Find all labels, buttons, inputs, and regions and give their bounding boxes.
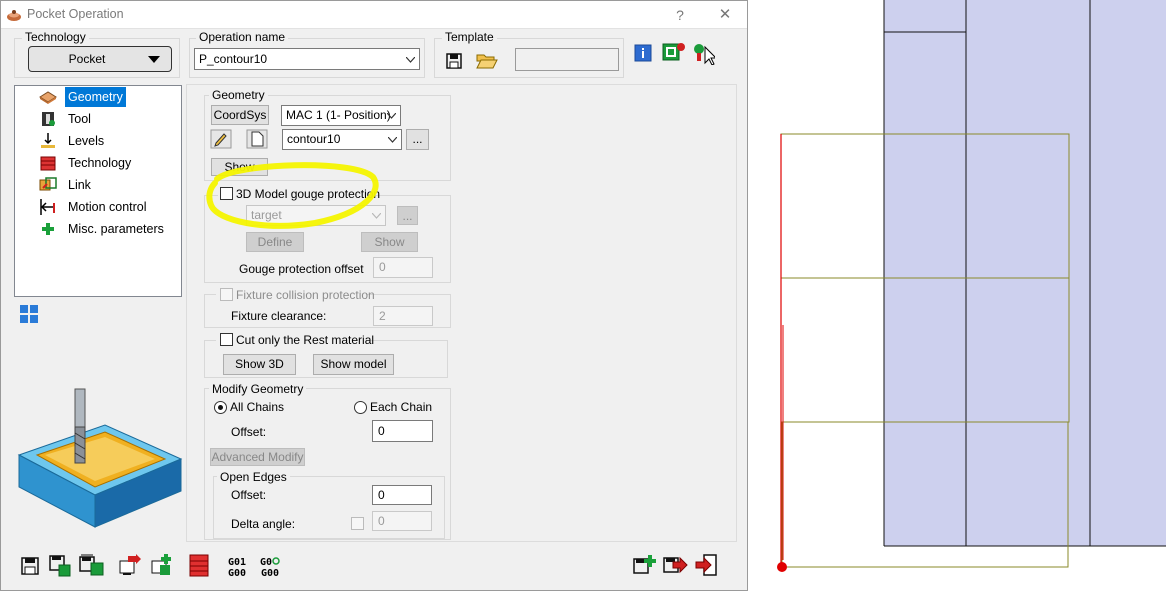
technology-icon — [40, 156, 56, 171]
green-gear-icon — [272, 557, 280, 565]
tool-database-icon[interactable] — [661, 41, 685, 65]
app-logo-icon — [7, 10, 21, 21]
gouge-show-button[interactable]: Show — [361, 232, 418, 252]
geometry-icon — [39, 91, 57, 104]
delta-angle-label: Delta angle: — [231, 517, 296, 531]
chevron-down-icon — [148, 56, 160, 63]
save-and-exit-icon[interactable] — [663, 554, 689, 576]
chevron-down-icon — [406, 57, 415, 63]
coordsys-button[interactable]: CoordSys — [211, 105, 269, 125]
gouge-define-button[interactable]: Define — [246, 232, 304, 252]
each-chain-radio[interactable] — [354, 401, 367, 414]
cad-drawing[interactable] — [748, 0, 1166, 591]
each-chain-label: Each Chain — [370, 400, 433, 414]
start-point-marker[interactable] — [777, 562, 787, 572]
g0-label: G0 — [259, 557, 273, 568]
save-template-icon[interactable] — [445, 52, 469, 76]
open-edges-offset-label: Offset: — [231, 488, 267, 502]
open-edges-offset-input[interactable]: 0 — [372, 485, 432, 505]
tree-item-label: Link — [68, 178, 91, 192]
help-button[interactable]: ? — [665, 4, 695, 26]
motion-control-icon — [40, 199, 55, 215]
template-label: Template — [442, 30, 497, 44]
save-calculate-all-icon[interactable] — [79, 553, 105, 577]
chevron-down-icon — [387, 113, 396, 119]
g00-label: G00 — [227, 568, 247, 579]
technology-db-icon[interactable] — [188, 552, 212, 578]
rest-material-label: Cut only the Rest material — [236, 333, 375, 347]
advanced-modify-button[interactable]: Advanced Modify — [210, 448, 305, 466]
window-title: Pocket Operation — [27, 7, 124, 21]
operation-name-label: Operation name — [196, 30, 289, 44]
pocket-operation-dialog: Pocket Operation ? ✕ Technology Pocket O… — [0, 0, 748, 591]
info-icon[interactable] — [634, 44, 658, 68]
gouge-browse-button[interactable]: ... — [397, 206, 418, 225]
all-chains-label: All Chains — [230, 400, 285, 414]
tree-item-label: Tool — [68, 112, 91, 126]
navigation-tree: Geometry Tool Levels Technology Link Mot… — [14, 85, 182, 297]
tool-icon — [42, 112, 55, 126]
geometry-group-label: Geometry — [209, 88, 268, 102]
generate-gcode-icon[interactable] — [150, 553, 176, 577]
fixture-collision-checkbox[interactable] — [220, 288, 233, 301]
save-icon[interactable] — [21, 557, 39, 575]
close-button[interactable]: ✕ — [710, 4, 740, 26]
misc-parameters-icon — [42, 223, 54, 235]
open-folder-icon[interactable] — [475, 50, 499, 74]
show-model-button[interactable]: Show model — [313, 354, 394, 375]
link-icon — [39, 177, 57, 191]
template-input[interactable] — [515, 48, 619, 71]
operation-name-value: P_contour10 — [199, 52, 268, 66]
part-face — [884, 0, 1166, 546]
g01-label: G01 — [227, 557, 247, 568]
tree-item-label: Misc. parameters — [68, 222, 164, 236]
technology-label: Technology — [22, 30, 89, 44]
contour-select[interactable]: contour10 — [282, 129, 402, 150]
all-chains-radio[interactable] — [214, 401, 227, 414]
tree-item-label: Motion control — [68, 200, 147, 214]
modify-offset-label: Offset: — [231, 425, 267, 439]
simulate-icon[interactable] — [118, 553, 144, 577]
title-bar[interactable]: Pocket Operation ? ✕ — [1, 1, 747, 29]
gcode-g01-g00-button[interactable]: G01 G00 — [225, 557, 249, 579]
new-geometry-icon[interactable] — [246, 129, 268, 149]
tree-item-label: Levels — [68, 134, 105, 148]
gcode-g0-button[interactable]: G0 G00 — [257, 557, 283, 579]
modify-offset-input[interactable]: 0 — [372, 420, 433, 442]
edit-geometry-icon[interactable] — [210, 129, 232, 149]
fixture-clearance-input[interactable]: 2 — [373, 306, 433, 326]
show-3d-button[interactable]: Show 3D — [223, 354, 296, 375]
gouge-offset-label: Gouge protection offset — [239, 262, 364, 276]
levels-icon — [41, 133, 55, 148]
delta-angle-checkbox[interactable] — [351, 517, 364, 530]
gouge-offset-input[interactable]: 0 — [373, 257, 433, 278]
open-edges-label: Open Edges — [217, 470, 290, 484]
fixture-collision-label: Fixture collision protection — [236, 288, 375, 302]
delta-angle-input[interactable]: 0 — [372, 511, 432, 531]
rest-material-checkbox[interactable] — [220, 333, 233, 346]
chevron-down-icon — [388, 137, 397, 143]
exit-icon[interactable] — [695, 554, 719, 576]
contour-value: contour10 — [287, 132, 341, 146]
operation-name-input[interactable]: P_contour10 — [194, 48, 420, 70]
save-and-calculate-icon[interactable] — [49, 555, 71, 577]
save-and-add-icon[interactable] — [633, 554, 657, 576]
mac-position-value: MAC 1 (1- Position) — [286, 108, 391, 122]
technology-dropdown[interactable]: Pocket — [28, 46, 172, 72]
tree-item-label: Geometry — [65, 87, 126, 107]
pick-cursor-icon[interactable] — [691, 41, 715, 65]
mac-position-select[interactable]: MAC 1 (1- Position) — [281, 105, 401, 126]
g00b-label: G00 — [260, 568, 280, 579]
technology-value: Pocket — [68, 52, 106, 66]
contour-browse-button[interactable]: ... — [406, 129, 429, 150]
cad-viewport[interactable] — [748, 0, 1166, 591]
pocket-illustration — [17, 388, 183, 528]
highlight-annotation — [206, 162, 379, 229]
tree-item-label: Technology — [68, 156, 132, 170]
grid-view-icon[interactable] — [19, 304, 39, 324]
modify-geometry-label: Modify Geometry — [209, 382, 307, 396]
fixture-clearance-label: Fixture clearance: — [231, 309, 327, 323]
